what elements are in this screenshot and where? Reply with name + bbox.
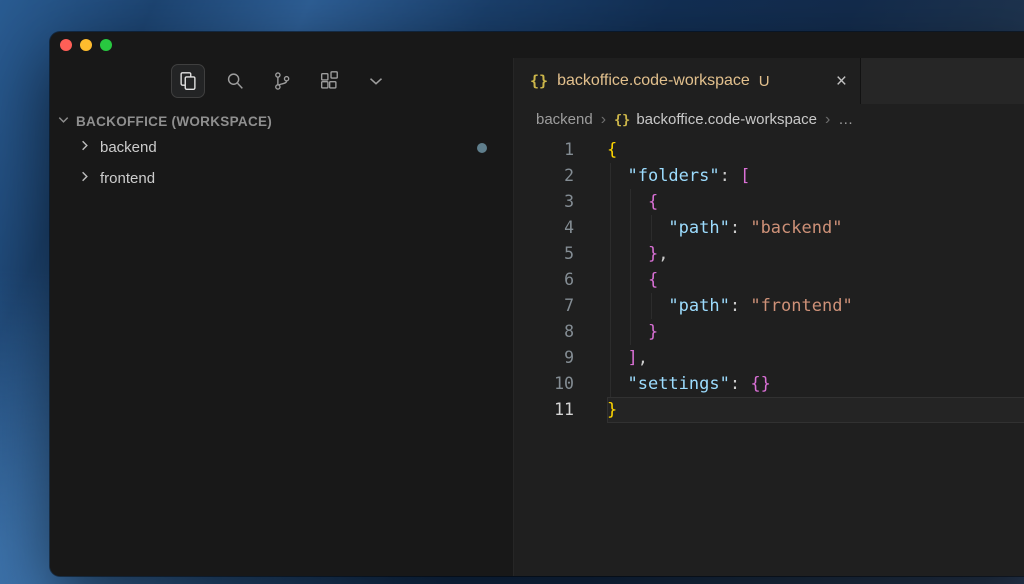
code-line[interactable]: 11} <box>514 397 1024 423</box>
workbench: BACKOFFICE (WORKSPACE) backend frontend {… <box>50 58 1024 576</box>
tab-backoffice-code-workspace[interactable]: {} backoffice.code-workspace U × <box>514 58 861 104</box>
line-number: 7 <box>564 296 574 315</box>
json-file-icon: {} <box>530 72 549 90</box>
vscode-window: BACKOFFICE (WORKSPACE) backend frontend {… <box>50 32 1024 576</box>
breadcrumb-label: backend <box>536 111 593 128</box>
code-line[interactable]: 9 ], <box>514 345 1024 371</box>
code-line[interactable]: 10 "settings": {} <box>514 371 1024 397</box>
indent-guide <box>610 345 611 371</box>
indent-guide <box>610 293 611 319</box>
code-text: } <box>607 400 618 420</box>
indent-guide <box>610 241 611 267</box>
code-text: "path": "backend" <box>607 215 1024 241</box>
indent-guide <box>610 267 611 293</box>
tab-strip: {} backoffice.code-workspace U × <box>514 58 1024 104</box>
sidebar-item-frontend[interactable]: frontend <box>50 163 513 194</box>
more-views-icon[interactable] <box>359 64 393 98</box>
indent-guide <box>630 215 632 241</box>
line-number: 3 <box>564 192 574 211</box>
code-line[interactable]: 4 "path": "backend" <box>514 215 1024 241</box>
indent-guide <box>650 293 652 319</box>
code-line[interactable]: 6 { <box>514 267 1024 293</box>
minimize-window-button[interactable] <box>80 39 92 51</box>
line-number: 9 <box>564 348 574 367</box>
code-text: "settings": {} <box>607 371 1024 397</box>
breadcrumb-item[interactable]: … <box>838 111 853 128</box>
file-tree: backend frontend <box>50 132 513 194</box>
titlebar[interactable] <box>50 32 1024 58</box>
code-line[interactable]: 1{ <box>514 137 1024 163</box>
source-control-icon[interactable] <box>265 64 299 98</box>
breadcrumb-label: backoffice.code-workspace <box>636 111 817 128</box>
desktop-background: { "colors": { "file_status": "#e2c08d", … <box>0 0 1024 584</box>
line-number: 11 <box>554 400 574 419</box>
search-icon[interactable] <box>218 64 252 98</box>
indent-guide <box>610 189 611 215</box>
indent-guide <box>630 319 632 345</box>
indent-guide <box>630 241 632 267</box>
chevron-right-icon <box>77 138 92 157</box>
code-text: "folders": [ <box>607 163 1024 189</box>
code-line[interactable]: 3 { <box>514 189 1024 215</box>
code-line[interactable]: 2 "folders": [ <box>514 163 1024 189</box>
editor-group: {} backoffice.code-workspace U × backend… <box>514 58 1024 576</box>
breadcrumb-item[interactable]: backend <box>536 111 593 128</box>
traffic-lights <box>60 39 112 51</box>
folder-label: backend <box>100 139 157 156</box>
json-file-icon: {} <box>614 111 631 128</box>
chevron-right-icon <box>77 169 92 188</box>
code-line[interactable]: 8 } <box>514 319 1024 345</box>
indent-guide <box>630 267 632 293</box>
close-icon[interactable]: × <box>833 71 850 92</box>
git-status-badge: U <box>758 72 770 90</box>
workspace-title: BACKOFFICE (WORKSPACE) <box>76 113 273 129</box>
tab-filename: backoffice.code-workspace <box>557 72 750 89</box>
code-text: "path": "frontend" <box>607 293 1024 319</box>
code-line[interactable]: 7 "path": "frontend" <box>514 293 1024 319</box>
breadcrumb-separator: › <box>824 110 831 128</box>
close-window-button[interactable] <box>60 39 72 51</box>
indent-guide <box>610 163 611 189</box>
indent-guide <box>610 319 611 345</box>
sidebar-item-backend[interactable]: backend <box>50 132 513 163</box>
folder-label: frontend <box>100 170 156 187</box>
indent-guide <box>610 371 611 397</box>
line-number: 8 <box>564 322 574 341</box>
sidebar-explorer: BACKOFFICE (WORKSPACE) backend frontend <box>50 58 514 576</box>
extensions-icon[interactable] <box>312 64 346 98</box>
code-text: ], <box>607 345 1024 371</box>
line-number: 6 <box>564 270 574 289</box>
indent-guide <box>630 189 632 215</box>
breadcrumb: backend › {} backoffice.code-workspace › … <box>514 104 1024 135</box>
line-number: 5 <box>564 244 574 263</box>
code-text: { <box>607 189 1024 215</box>
code-text: { <box>607 267 1024 293</box>
line-number: 10 <box>554 374 574 393</box>
explorer-section-header[interactable]: BACKOFFICE (WORKSPACE) <box>56 112 513 130</box>
indent-guide <box>630 293 632 319</box>
code-text: { <box>607 140 618 160</box>
line-number: 4 <box>564 218 574 237</box>
line-number: 2 <box>564 166 574 185</box>
change-indicator-dot <box>477 142 487 153</box>
chevron-down-icon <box>56 112 71 130</box>
zoom-window-button[interactable] <box>100 39 112 51</box>
code-text: } <box>607 319 1024 345</box>
breadcrumb-separator: › <box>600 110 607 128</box>
activity-bar <box>50 58 513 104</box>
indent-guide <box>610 215 611 241</box>
code-text: }, <box>607 241 1024 267</box>
line-number: 1 <box>564 140 574 159</box>
code-line[interactable]: 5 }, <box>514 241 1024 267</box>
breadcrumb-item[interactable]: {} backoffice.code-workspace <box>614 111 817 128</box>
indent-guide <box>650 215 652 241</box>
code-area[interactable]: 1{2 "folders": [3 {4 "path": "backend" 5 … <box>514 135 1024 576</box>
breadcrumb-label: … <box>838 111 854 128</box>
explorer-icon[interactable] <box>170 64 205 98</box>
tab-strip-empty-area <box>861 58 1024 104</box>
